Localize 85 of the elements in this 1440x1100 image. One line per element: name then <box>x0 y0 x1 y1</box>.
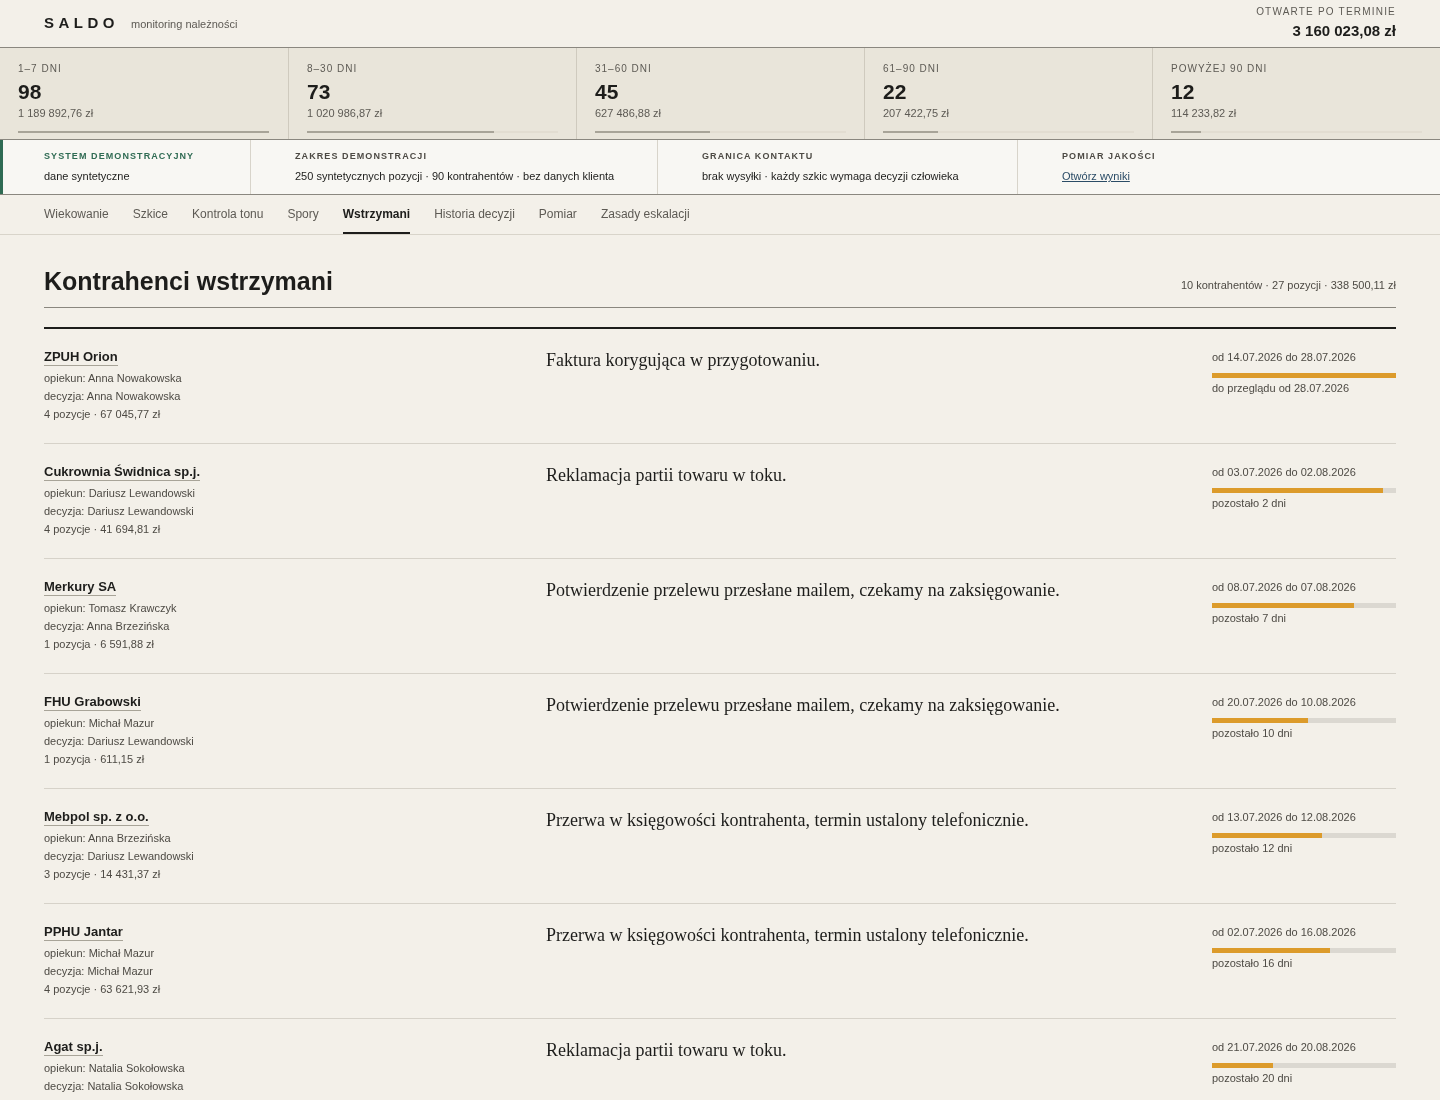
bucket-label: POWYŻEJ 90 DNI <box>1171 61 1269 76</box>
info-value: 250 syntetycznych pozycji · 90 kontrahentów · bez danych klienta <box>295 169 616 184</box>
decision-text: decyzja: Dariusz Lewandowski <box>44 849 195 864</box>
hold-reason: Potwierdzenie przelewu przesłane mailem, czekamy na zaksięgowanie. <box>546 579 1061 602</box>
hold-reason: Przerwa w księgowości kontrahenta, termin ustalony telefonicznie. <box>546 809 1030 832</box>
owner-text: opiekun: Dariusz Lewandowski <box>44 486 197 501</box>
nav-tab[interactable]: Zasady eskalacji <box>600 195 690 234</box>
nav-tab[interactable]: Szkice <box>132 195 169 234</box>
remaining-text: pozostało 16 dni <box>1212 956 1294 971</box>
hold-period: od 02.07.2026 do 16.08.2026 <box>1212 925 1357 940</box>
info-label: POMIAR JAKOŚCI <box>1062 149 1157 163</box>
items-text: 4 pozycje · 63 621,93 zł <box>44 982 162 997</box>
owner-text: opiekun: Anna Nowakowska <box>44 371 183 386</box>
remaining-text: pozostało 7 dni <box>1212 611 1287 626</box>
hold-period: od 08.07.2026 do 07.08.2026 <box>1212 580 1357 595</box>
decision-text: decyzja: Dariusz Lewandowski <box>44 734 195 749</box>
bucket-label: 1–7 DNI <box>18 62 63 76</box>
bucket-count: 22 <box>883 79 908 105</box>
bucket-amount: 114 233,82 zł <box>1171 106 1238 121</box>
company-link[interactable]: Agat sp.j. <box>44 1039 103 1056</box>
items-text: 4 pozycje · 67 045,77 zł <box>44 407 162 422</box>
hold-period: od 20.07.2026 do 10.08.2026 <box>1212 695 1357 710</box>
info-label: ZAKRES DEMONSTRACJI <box>295 149 429 163</box>
owner-text: opiekun: Tomasz Krawczyk <box>44 601 178 616</box>
decision-text: decyzja: Natalia Sokołowska <box>44 1079 185 1094</box>
items-text: 1 pozycja · 6 591,88 zł <box>44 637 156 652</box>
items-text: 1 pozycja · 611,15 zł <box>44 752 146 767</box>
hold-period: od 14.07.2026 do 28.07.2026 <box>1212 350 1357 365</box>
owner-text: opiekun: Michał Mazur <box>44 946 156 961</box>
bucket-amount: 207 422,75 zł <box>883 106 951 121</box>
nav-tab[interactable]: Pomiar <box>538 195 577 234</box>
app-logo: SALDO <box>44 13 119 34</box>
owner-text: opiekun: Anna Brzezińska <box>44 831 172 846</box>
hold-reason: Reklamacja partii towaru w toku. <box>546 464 788 487</box>
hold-reason: Reklamacja partii towaru w toku. <box>546 1039 788 1062</box>
owner-text: opiekun: Michał Mazur <box>44 716 156 731</box>
results-link[interactable]: Otwórz wyniki <box>1062 168 1130 185</box>
hold-period: od 03.07.2026 do 02.08.2026 <box>1212 465 1357 480</box>
bucket-label: 31–60 DNI <box>595 62 653 76</box>
section-title: Kontrahenci wstrzymani <box>44 266 333 297</box>
info-label: SYSTEM DEMONSTRACYJNY <box>44 149 196 163</box>
nav-tab[interactable]: Spory <box>287 195 319 234</box>
bucket-count: 73 <box>307 79 332 105</box>
bucket-count: 98 <box>18 79 43 105</box>
decision-text: decyzja: Michał Mazur <box>44 964 154 979</box>
company-link[interactable]: FHU Grabowski <box>44 694 141 711</box>
company-link[interactable]: Mebpol sp. z o.o. <box>44 809 149 826</box>
hold-reason: Potwierdzenie przelewu przesłane mailem, czekamy na zaksięgowanie. <box>546 694 1061 717</box>
hold-period: od 13.07.2026 do 12.08.2026 <box>1212 810 1357 825</box>
company-link[interactable]: ZPUH Orion <box>44 349 118 366</box>
company-link[interactable]: Merkury SA <box>44 579 117 596</box>
info-label: GRANICA KONTAKTU <box>702 149 815 163</box>
bucket-count: 12 <box>1171 79 1196 105</box>
total-label: OTWARTE PO TERMINIE <box>1256 5 1396 20</box>
info-value: dane syntetyczne <box>44 169 131 184</box>
info-value: brak wysyłki · każdy szkic wymaga decyzji człowieka <box>702 169 960 184</box>
hold-reason: Przerwa w księgowości kontrahenta, termin ustalony telefonicznie. <box>546 924 1030 947</box>
nav-tab[interactable]: Wstrzymani <box>342 195 411 234</box>
owner-text: opiekun: Natalia Sokołowska <box>44 1061 186 1076</box>
decision-text: decyzja: Dariusz Lewandowski <box>44 504 195 519</box>
bucket-amount: 1 189 892,76 zł <box>18 106 95 121</box>
app-subtitle: monitoring należności <box>131 17 238 33</box>
hold-reason: Faktura korygująca w przygotowaniu. <box>546 349 821 372</box>
decision-text: decyzja: Anna Brzezińska <box>44 619 171 634</box>
total-value: 3 160 023,08 zł <box>1292 21 1396 42</box>
remaining-text: pozostało 20 dni <box>1212 1071 1294 1086</box>
decision-text: decyzja: Anna Nowakowska <box>44 389 182 404</box>
bucket-label: 8–30 DNI <box>307 62 359 76</box>
company-link[interactable]: Cukrownia Świdnica sp.j. <box>44 464 201 481</box>
nav-tab[interactable]: Historia decyzji <box>434 195 515 234</box>
company-link[interactable]: PPHU Jantar <box>44 924 123 941</box>
bucket-count: 45 <box>595 79 620 105</box>
bucket-amount: 627 486,88 zł <box>595 106 663 121</box>
items-text: 3 pozycje · 14 431,37 zł <box>44 867 162 882</box>
section-summary: 10 kontrahentów · 27 pozycji · 338 500,11 zł <box>1180 277 1396 293</box>
nav-tab[interactable]: Kontrola tonu <box>192 195 264 234</box>
remaining-text: pozostało 2 dni <box>1212 496 1287 511</box>
remaining-text: pozostało 10 dni <box>1212 726 1294 741</box>
hold-period: od 21.07.2026 do 20.08.2026 <box>1212 1040 1357 1055</box>
remaining-text: do przeglądu od 28.07.2026 <box>1212 381 1350 396</box>
remaining-text: pozostało 12 dni <box>1212 841 1294 856</box>
nav-tab[interactable]: Wiekowanie <box>44 195 109 234</box>
items-text: 4 pozycje · 41 694,81 zł <box>44 522 162 537</box>
bucket-amount: 1 020 986,87 zł <box>307 106 384 121</box>
bucket-label: 61–90 DNI <box>883 62 941 76</box>
